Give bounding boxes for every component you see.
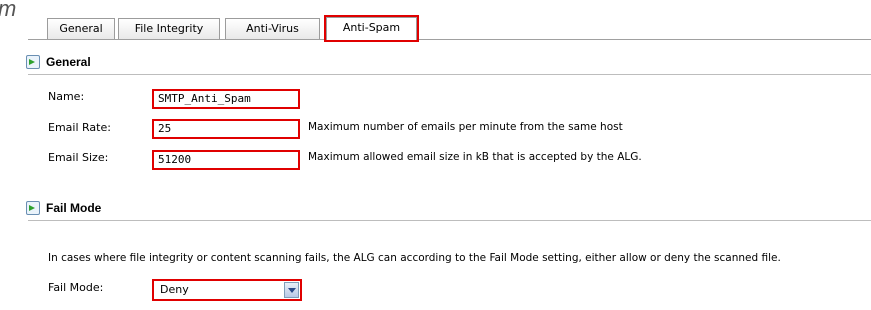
general-divider xyxy=(28,74,871,75)
email-rate-label: Email Rate: xyxy=(48,121,111,134)
fail-mode-select[interactable]: Deny xyxy=(152,279,302,301)
email-size-description: Maximum allowed email size in kB that is… xyxy=(308,151,642,163)
fail-mode-section-header: Fail Mode xyxy=(0,197,871,219)
fail-mode-description: In cases where file integrity or content… xyxy=(48,252,781,264)
fail-mode-selected-value: Deny xyxy=(160,283,189,296)
fail-mode-section-title: Fail Mode xyxy=(46,201,102,215)
section-arrow-icon xyxy=(26,201,40,215)
tab-general[interactable]: General xyxy=(47,18,115,39)
name-label: Name: xyxy=(48,90,85,103)
tab-file-integrity[interactable]: File Integrity xyxy=(118,18,220,39)
email-size-label: Email Size: xyxy=(48,151,109,164)
chevron-down-icon[interactable] xyxy=(284,282,299,298)
fail-mode-label: Fail Mode: xyxy=(48,281,104,294)
tab-anti-spam[interactable]: Anti-Spam xyxy=(324,15,419,42)
tab-divider xyxy=(28,39,871,40)
tab-anti-virus[interactable]: Anti-Virus xyxy=(225,18,320,39)
tab-bar: General File Integrity Anti-Virus Anti-S… xyxy=(0,0,871,42)
email-rate-description: Maximum number of emails per minute from… xyxy=(308,121,623,133)
general-section-title: General xyxy=(46,55,91,69)
section-arrow-icon xyxy=(26,55,40,69)
fail-mode-divider xyxy=(28,220,871,221)
email-rate-input[interactable]: 25 xyxy=(152,119,300,139)
name-input[interactable]: SMTP_Anti_Spam xyxy=(152,89,300,109)
email-size-input[interactable]: 51200 xyxy=(152,150,300,170)
general-section-header: General xyxy=(0,51,871,73)
